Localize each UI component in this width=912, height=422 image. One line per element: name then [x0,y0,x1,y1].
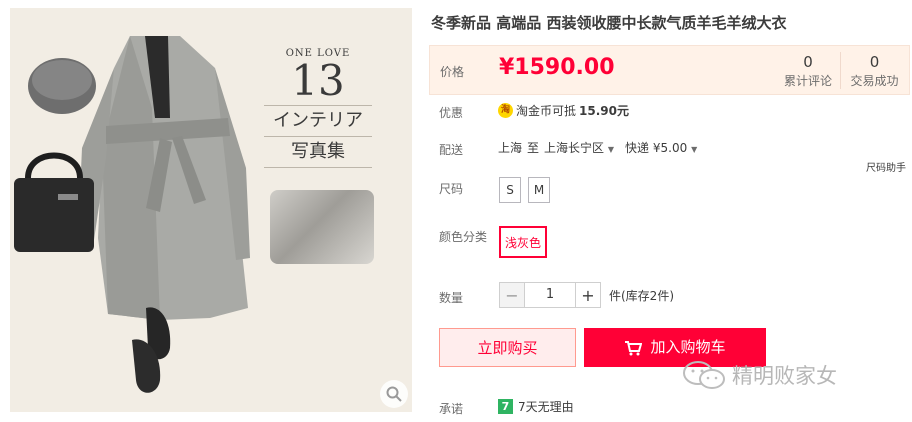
ship-method-select[interactable]: 快递 ¥5.00 ▼ [625,139,697,156]
review-count-label: 累计评论 [783,74,832,88]
taojinbi-coin-icon: 淘 [498,103,513,118]
poster-jp-line-1: インテリア [273,110,363,131]
shipping-label: 配送 [439,143,464,157]
chevron-down-icon: ▼ [607,145,615,154]
color-label: 颜色分类 [439,230,488,244]
promo-amount: 15.90元 [579,104,629,118]
size-option-s[interactable]: S [499,177,521,203]
quantity-input[interactable]: 1 [525,282,575,308]
poster-number: 13 [291,56,345,105]
promo-label: 优惠 [439,106,464,120]
price-value: ¥1590.00 [499,55,615,80]
promise-label: 承诺 [439,402,464,416]
color-option-light-gray[interactable]: 浅灰色 [499,226,547,258]
ship-from: 上海 [498,141,523,155]
fabric-detail-image [270,190,374,264]
promise-info[interactable]: 7 7天无理由 [498,398,574,415]
poster-divider [264,105,372,106]
seven-day-badge-icon: 7 [498,399,513,414]
zoom-button[interactable] [380,380,408,408]
size-label: 尺码 [439,182,464,196]
quantity-stepper: − 1 + 件(库存2件) [499,282,674,308]
stock-text: 件(库存2件) [609,288,674,303]
size-option-m[interactable]: M [528,177,550,203]
promo-info: 淘 淘金币可抵 15.90元 [498,102,629,119]
review-count[interactable]: 0 累计评论 [774,52,842,89]
sales-count: 0 交易成功 [840,52,908,89]
ship-method: 快递 [625,141,650,155]
wechat-icon [683,361,725,389]
buy-now-button[interactable]: 立即购买 [439,328,576,367]
ship-fee: ¥5.00 [652,141,688,155]
chevron-down-icon: ▼ [691,145,698,154]
watermark-text: 精明败家女 [732,364,837,388]
sales-count-number: 0 [869,53,880,71]
promise-text: 7天无理由 [518,400,574,414]
product-title: 冬季新品 高端品 西装领收腰中长款气质羊毛羊绒大衣 [431,14,787,32]
ship-destination: 上海长宁区 [544,141,605,155]
price-panel: 价格 ¥1590.00 0 累计评论 0 交易成功 [429,45,910,95]
review-count-number: 0 [803,53,813,71]
shipping-info: 上海 至 上海长宁区 ▼ 快递 ¥5.00 ▼ [498,139,697,156]
sales-count-label: 交易成功 [850,74,899,88]
quantity-decrease-button[interactable]: − [499,282,525,308]
size-helper-link[interactable]: 尺码助手 [866,159,906,174]
product-main-image[interactable]: ONE LOVE 13 インテリア 写真集 [10,8,412,412]
quantity-label: 数量 [439,291,464,305]
poster-text: ONE LOVE 13 インテリア 写真集 [258,48,378,170]
cart-icon [625,340,643,355]
poster-divider [264,167,372,168]
watermark: 精明败家女 [682,360,837,390]
poster-jp-line-2: 写真集 [291,141,345,162]
ship-to-word: 至 [527,141,540,155]
quantity-increase-button[interactable]: + [575,282,601,308]
price-label: 价格 [440,65,465,79]
ship-destination-select[interactable]: 上海长宁区 ▼ [544,139,614,156]
promo-text: 淘金币可抵 [516,104,577,118]
magnifier-icon [386,386,402,402]
poster-divider [264,136,372,137]
